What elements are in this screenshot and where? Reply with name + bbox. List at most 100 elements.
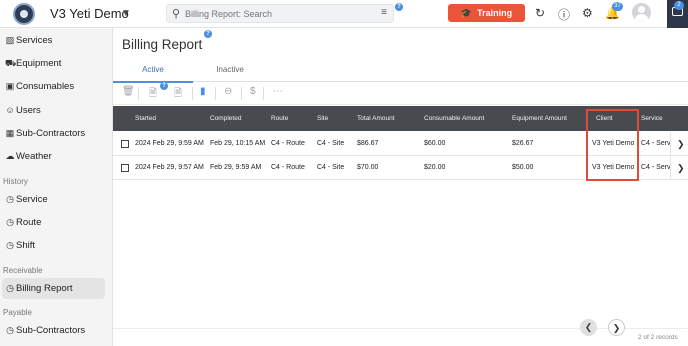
training-button[interactable]: 🎓 Training [448, 4, 525, 22]
payable-sub-contractors-icon: ◷ [6, 325, 14, 335]
search-bar[interactable]: ⚲ ≡ [166, 4, 394, 23]
dollar-icon[interactable]: $ [250, 86, 256, 97]
client-column-highlight [586, 109, 639, 181]
sidebar-item-equipment[interactable]: ⛟ Equipment [2, 53, 105, 74]
next-page-button[interactable]: ❯ [608, 319, 625, 336]
notification-count-badge: 37 [612, 2, 623, 11]
cell-route: C4 - Route [271, 140, 305, 147]
users-icon: ☺ [5, 105, 15, 115]
search-input[interactable] [185, 6, 375, 21]
sidebar-item-history-service[interactable]: ◷ Service [2, 189, 105, 210]
sidebar-item-payable-sub-contractors[interactable]: ◷ Sub-Contractors [2, 320, 105, 341]
cell-total-amount: $86.67 [357, 140, 379, 147]
section-label-history: History [3, 177, 28, 186]
sub-contractors-icon: ▦ [5, 128, 15, 138]
sidebar-item-label: Services [16, 35, 53, 46]
row-expand-button[interactable]: ❯ [670, 132, 688, 156]
toolbar: 🗑 🗎 ? 🗎 ▮ ⊖ $ ⋯ [113, 82, 688, 105]
sidebar-item-history-route[interactable]: ◷ Route [2, 212, 105, 233]
sidebar-item-label: Sub-Contractors [16, 128, 86, 139]
cell-service: C4 - Serv [641, 140, 671, 147]
sidebar-item-services[interactable]: ▧ Services [2, 30, 105, 51]
sidebar: ▧ Services ⛟ Equipment ▣ Consumables ☺ Users… [0, 28, 113, 346]
columns-icon[interactable]: ▮ [200, 86, 206, 97]
sidebar-item-label: Weather [16, 151, 52, 162]
sidebar-item-label: Shift [16, 240, 36, 251]
cell-site: C4 - Site [317, 164, 345, 171]
cell-site: C4 - Site [317, 140, 345, 147]
chevron-right-icon: ❯ [677, 163, 685, 173]
cell-service: C4 - Serv [641, 164, 671, 171]
more-options-icon[interactable]: ⋯ [273, 86, 283, 97]
cell-equipment-amount: $26.67 [512, 140, 534, 147]
export-help-icon[interactable]: ? [160, 82, 168, 90]
toolbar-divider [138, 87, 139, 100]
refresh-icon[interactable]: ↻ [535, 6, 545, 20]
cell-consumable-amount: $60.00 [424, 140, 446, 147]
top-bar: V3 Yeti Demo ▼ ⚲ ≡ ? 🎓Training ↻ ⓘ ⚙ 🔔 3… [0, 0, 688, 28]
section-label-payable: Payable [3, 308, 32, 317]
cell-started: 2024 Feb 29, 9:57 AM [135, 164, 204, 171]
toolbar-divider [215, 87, 216, 100]
history-route-icon: ◷ [6, 217, 14, 227]
cell-started: 2024 Feb 29, 9:59 AM [135, 140, 204, 147]
cell-consumable-amount: $20.00 [424, 164, 446, 171]
toolbar-divider [192, 87, 193, 100]
trash-icon[interactable]: 🗑 [122, 86, 135, 97]
graduation-cap-icon: 🎓 [460, 8, 473, 18]
chevron-down-icon[interactable]: ▼ [121, 8, 131, 19]
column-header-site[interactable]: Site [317, 106, 328, 131]
search-help-icon[interactable]: ? [395, 3, 403, 11]
sidebar-item-label: Sub-Contractors [16, 325, 86, 336]
cell-completed: Feb 29, 9:59 AM [210, 164, 262, 171]
gear-icon[interactable]: ⚙ [582, 6, 593, 20]
column-header-route[interactable]: Route [271, 106, 288, 131]
chevron-right-icon: ❯ [677, 139, 685, 149]
sidebar-item-label: Consumables [16, 81, 75, 92]
sidebar-item-consumables[interactable]: ▣ Consumables [2, 76, 105, 97]
sidebar-item-label: Service [16, 194, 48, 205]
column-header-total-amount[interactable]: Total Amount [357, 106, 395, 131]
app-title[interactable]: V3 Yeti Demo [50, 6, 129, 21]
row-expand-button[interactable]: ❯ [670, 156, 688, 180]
sidebar-item-label: Equipment [16, 58, 62, 69]
history-service-icon: ◷ [6, 194, 14, 204]
box-icon: ▣ [5, 81, 15, 91]
page-help-icon[interactable]: ? [204, 30, 212, 38]
column-header-consumable-amount[interactable]: Consumable Amount [424, 106, 484, 131]
tab-active[interactable]: Active [113, 58, 193, 83]
disable-icon[interactable]: ⊖ [224, 86, 232, 97]
column-header-started[interactable]: Started [135, 106, 156, 131]
page-title: Billing Report [122, 37, 203, 52]
row-checkbox[interactable] [121, 140, 129, 148]
previous-page-button[interactable]: ❮ [580, 319, 597, 336]
row-checkbox[interactable] [121, 164, 129, 172]
tab-inactive[interactable]: Inactive [193, 58, 267, 82]
tab-bar: Active Inactive [113, 58, 688, 83]
table-footer [113, 328, 688, 346]
sidebar-item-history-shift[interactable]: ◷ Shift [2, 235, 105, 256]
truck-icon: ⛟ [5, 58, 17, 68]
avatar[interactable] [632, 3, 651, 22]
app-logo-icon[interactable] [13, 3, 35, 25]
column-header-equipment-amount[interactable]: Equipment Amount [512, 106, 567, 131]
toolbar-divider [263, 87, 264, 100]
sidebar-item-sub-contractors[interactable]: ▦ Sub-Contractors [2, 123, 105, 144]
column-header-service[interactable]: Service [641, 106, 663, 131]
sidebar-item-label: Route [16, 217, 42, 228]
search-icon: ⚲ [172, 8, 181, 20]
column-header-completed[interactable]: Completed [210, 106, 241, 131]
sidebar-item-users[interactable]: ☺ Users [2, 100, 105, 121]
sidebar-item-weather[interactable]: ☁ Weather [2, 146, 105, 167]
services-icon: ▧ [5, 35, 15, 45]
cell-completed: Feb 29, 10:15 AM [210, 140, 266, 147]
section-label-receivable: Receivable [3, 266, 43, 275]
sidebar-item-label: Users [16, 105, 41, 116]
help-icon[interactable]: ⓘ [558, 6, 570, 23]
filter-icon[interactable]: ≡ [381, 7, 387, 18]
export-icon[interactable]: 🗎 [149, 86, 157, 103]
print-icon[interactable]: 🗎 [174, 86, 182, 103]
sidebar-item-billing-report[interactable]: ◷ Billing Report [2, 278, 105, 299]
chat-count-badge: 2 [674, 1, 684, 10]
cell-total-amount: $70.00 [357, 164, 379, 171]
